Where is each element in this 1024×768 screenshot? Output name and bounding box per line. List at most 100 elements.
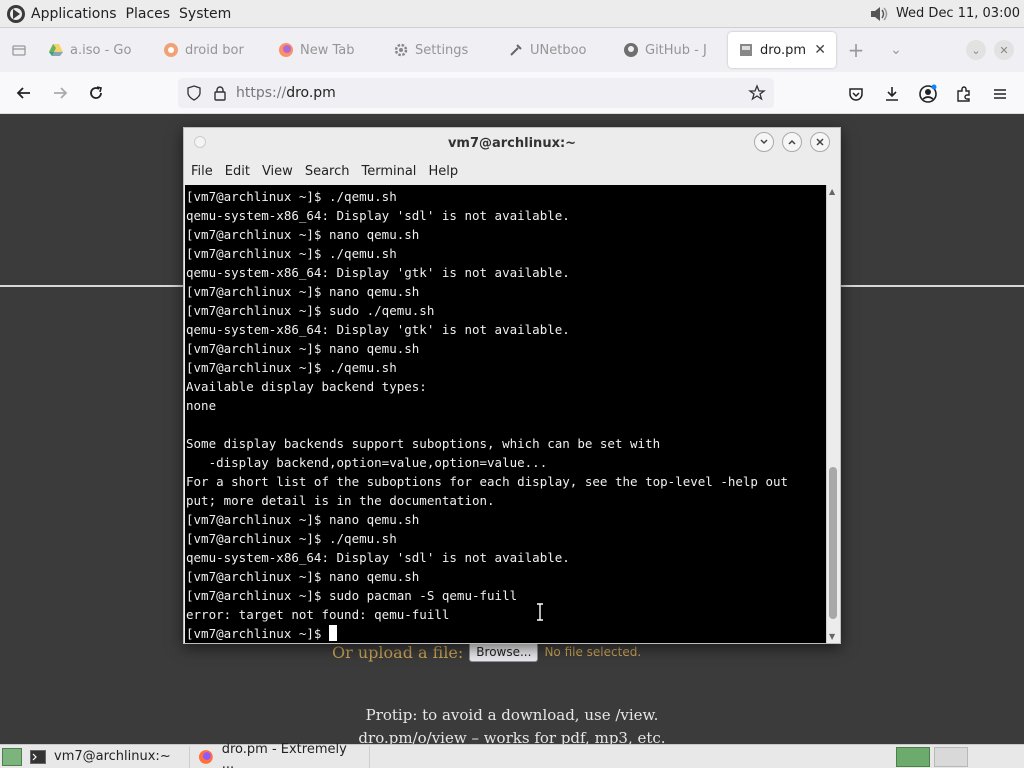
shield-icon[interactable] <box>186 85 202 101</box>
text-cursor <box>329 625 337 641</box>
workspace-switcher-2[interactable] <box>934 747 968 767</box>
tab-droid[interactable]: droid bor <box>153 32 268 68</box>
url-bar[interactable]: https://dro.pm <box>178 78 774 108</box>
new-tab-button[interactable]: + <box>836 38 876 62</box>
tab-title: New Tab <box>300 42 355 58</box>
menu-view[interactable]: View <box>262 164 293 179</box>
terminal-line: qemu-system-x86_64: Display 'sdl' is not… <box>186 550 570 565</box>
menu-file[interactable]: File <box>191 164 213 179</box>
minimize-window-icon[interactable]: ⌄ <box>966 40 986 60</box>
pocket-button[interactable] <box>838 78 874 110</box>
list-all-tabs-icon[interactable]: ⌄ <box>876 42 916 58</box>
scroll-down-icon[interactable]: ▼ <box>829 632 835 641</box>
terminal-line: [vm7@archlinux ~]$ nano qemu.sh <box>186 512 420 527</box>
download-icon <box>886 87 898 101</box>
taskbar-item-terminal[interactable]: vm7@archlinux:~ <box>0 745 190 768</box>
terminal-line: [vm7@archlinux ~]$ ./qemu.sh <box>186 360 397 375</box>
tool-icon <box>510 44 522 56</box>
forward-button[interactable] <box>42 77 78 109</box>
menu-terminal[interactable]: Terminal <box>361 164 416 179</box>
terminal-line: none <box>186 398 217 413</box>
page-icon <box>740 44 752 56</box>
terminal-window[interactable]: vm7@archlinux:~ File Edit View Search Te… <box>183 127 841 644</box>
scrollbar-thumb[interactable] <box>829 467 837 619</box>
close-window-icon[interactable]: ✕ <box>994 40 1014 60</box>
tab-title: droid bor <box>185 42 244 58</box>
system-menu[interactable]: System <box>179 6 231 22</box>
terminal-line: [vm7@archlinux ~]$ ./qemu.sh <box>186 246 397 261</box>
tab-drive[interactable]: a.iso - Go <box>38 32 153 68</box>
tab-title: UNetboo <box>530 42 587 58</box>
terminal-scrollbar[interactable]: ▲ ▼ <box>826 185 839 643</box>
taskbar-item-label: vm7@archlinux:~ <box>54 749 171 764</box>
terminal-line: Some display backends support suboptions… <box>186 436 661 451</box>
terminal-line: For a short list of the suboptions for e… <box>186 474 789 489</box>
close-tab-icon[interactable]: ✕ <box>814 42 826 58</box>
firefox-icon <box>279 43 293 57</box>
terminal-line: qemu-system-x86_64: Display 'gtk' is not… <box>186 322 570 337</box>
puzzle-icon <box>957 86 970 102</box>
close-button[interactable] <box>810 132 830 152</box>
terminal-prompt: [vm7@archlinux ~]$ <box>186 626 329 641</box>
close-icon <box>816 138 824 146</box>
volume-icon[interactable] <box>868 4 890 24</box>
terminal-line: [vm7@archlinux ~]$ nano qemu.sh <box>186 569 420 584</box>
tab-github[interactable]: GitHub - J <box>613 32 728 68</box>
navigation-bar: https://dro.pm <box>0 72 1024 114</box>
app-menu-button[interactable] <box>982 78 1018 110</box>
hamburger-menu-icon <box>994 89 1006 99</box>
terminal-output[interactable]: [vm7@archlinux ~]$ ./qemu.sh qemu-system… <box>185 185 827 643</box>
upload-label: Or upload a file: <box>332 642 464 662</box>
upload-row: Or upload a file: Browse... No file sele… <box>332 642 641 662</box>
menu-edit[interactable]: Edit <box>225 164 250 179</box>
menu-search[interactable]: Search <box>305 164 350 179</box>
tab-list-button[interactable] <box>0 28 38 72</box>
gear-icon <box>394 43 408 57</box>
terminal-line: qemu-system-x86_64: Display 'gtk' is not… <box>186 265 570 280</box>
url-text[interactable]: https://dro.pm <box>236 85 336 101</box>
tab-title: Settings <box>415 42 469 58</box>
show-desktop-icon[interactable] <box>2 747 22 766</box>
account-button[interactable] <box>910 78 946 110</box>
lock-icon[interactable] <box>212 85 228 101</box>
terminal-line: -display backend,option=value,option=val… <box>186 455 548 470</box>
back-arrow-icon <box>16 86 30 99</box>
menu-help[interactable]: Help <box>428 164 458 179</box>
reload-button[interactable] <box>78 77 114 109</box>
places-menu[interactable]: Places <box>126 6 171 22</box>
terminal-line: [vm7@archlinux ~]$ nano qemu.sh <box>186 227 420 242</box>
drive-icon <box>49 44 63 56</box>
extensions-button[interactable] <box>946 78 982 110</box>
workspace-switcher-1[interactable] <box>896 747 930 767</box>
minimize-button[interactable] <box>754 132 774 152</box>
maximize-button[interactable] <box>782 132 802 152</box>
terminal-titlebar[interactable]: vm7@archlinux:~ <box>184 128 840 158</box>
browse-button[interactable]: Browse... <box>469 642 539 662</box>
taskbar-item-firefox[interactable]: dro.pm - Extremely ... <box>190 742 370 768</box>
downloads-button[interactable] <box>874 78 910 110</box>
terminal-line: [vm7@archlinux ~]$ sudo pacman -S qemu-f… <box>186 588 518 603</box>
tab-unetbootin[interactable]: UNetboo <box>498 32 613 68</box>
firefox-icon <box>198 749 213 764</box>
terminal-prompt-line[interactable]: [vm7@archlinux ~]$ <box>186 624 827 643</box>
terminal-line: [vm7@archlinux ~]$ nano qemu.sh <box>186 284 420 299</box>
applications-menu[interactable]: Applications <box>31 6 117 22</box>
terminal-title: vm7@archlinux:~ <box>447 135 577 151</box>
reload-icon <box>90 85 102 99</box>
back-button[interactable] <box>6 77 42 109</box>
clock[interactable]: Wed Dec 11, 03:00 <box>896 6 1020 21</box>
terminal-line: Available display backend types: <box>186 379 427 394</box>
terminal-icon <box>30 749 46 764</box>
scroll-up-icon[interactable]: ▲ <box>829 187 835 196</box>
top-panel: Applications Places System Wed Dec 11, 0… <box>0 0 1024 28</box>
distro-logo-icon[interactable] <box>6 4 26 24</box>
tab-dro-pm[interactable]: dro.pm ✕ <box>728 32 836 68</box>
tab-title: dro.pm <box>760 42 807 58</box>
url-host: dro.pm <box>286 85 336 101</box>
bookmark-star-icon[interactable] <box>748 84 766 102</box>
ibeam-cursor-icon <box>537 603 543 621</box>
tab-new-tab[interactable]: New Tab <box>268 32 383 68</box>
tab-settings[interactable]: Settings <box>383 32 498 68</box>
tab-title: GitHub - J <box>645 42 707 58</box>
